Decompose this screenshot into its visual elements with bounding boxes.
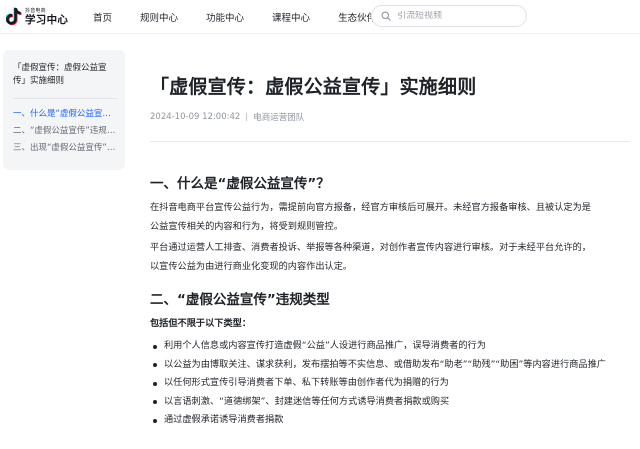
toc-item-section-3[interactable]: 三、出现“虚假公益宣传”的处罚 — [13, 140, 119, 157]
section-2-intro: 包括但不限于以下类型： — [150, 318, 252, 329]
search-icon — [381, 11, 391, 21]
main-nav: 首页 规则中心 功能中心 课程中心 生态伙伴 — [93, 0, 388, 34]
search-input[interactable] — [397, 11, 517, 21]
nav-item-home[interactable]: 首页 — [93, 10, 112, 24]
title-divider — [150, 141, 630, 142]
section-1-paragraph-1: 在抖音电商平台宣传公益行为，需提前向官方报备，经官方审核后可展开。未经官方报备审… — [150, 202, 591, 232]
brand-sub-label: 抖音电商 — [25, 7, 46, 14]
toc-item-section-1[interactable]: 一、什么是“虚假公益宣传”？ — [13, 106, 119, 123]
brand-logo[interactable]: 抖音电商 学习中心 — [5, 5, 69, 29]
table-of-contents: 「虚假宣传：虚假公益宣传」实施细则 一、什么是“虚假公益宣传”？ 二、“虚假公益… — [3, 50, 125, 170]
section-1-paragraph-2: 平台通过运营人工排查、消费者投诉、举报等各种渠道，对创作者宣传内容进行审核。对于… — [150, 242, 591, 272]
search-box[interactable] — [371, 5, 527, 27]
list-item: 以任何形式宣传引导消费者下单、私下转账等由创作者代为捐赠的行为 — [150, 374, 620, 393]
publish-date: 2024-10-09 12:00:42 — [150, 112, 241, 122]
article-meta: 2024-10-09 12:00:42 电商运营团队 — [150, 111, 304, 123]
article-author: 电商运营团队 — [253, 113, 305, 123]
brand-main-label: 学习中心 — [25, 13, 69, 26]
nav-item-courses[interactable]: 课程中心 — [272, 10, 310, 24]
top-header: 抖音电商 学习中心 首页 规则中心 功能中心 课程中心 生态伙伴 — [0, 0, 640, 34]
nav-item-features[interactable]: 功能中心 — [206, 10, 244, 24]
page-title: 「虚假宣传：虚假公益宣传」实施细则 — [150, 76, 477, 98]
section-2-heading: 二、“虚假公益宣传”违规类型 — [150, 292, 330, 308]
toc-item-section-2[interactable]: 二、“虚假公益宣传”违规类型 — [13, 123, 119, 140]
list-item: 利用个人信息或内容宣传打造虚假“公益”人设进行商品推广，误导消费者的行为 — [150, 337, 620, 356]
violation-type-list: 利用个人信息或内容宣传打造虚假“公益”人设进行商品推广，误导消费者的行为 以公益… — [150, 337, 620, 430]
meta-divider — [246, 113, 248, 121]
section-1-heading: 一、什么是“虚假公益宣传”？ — [150, 176, 330, 192]
douyin-logo-icon — [5, 7, 22, 27]
list-item: 通过虚假承诺诱导消费者捐款 — [150, 411, 620, 430]
list-item: 以公益为由博取关注、谋求获利，发布摆拍等不实信息、或借助发布“助老”“助残”“助… — [150, 356, 620, 375]
toc-title: 「虚假宣传：虚假公益宣传」实施细则 — [13, 63, 107, 86]
toc-divider — [13, 98, 117, 99]
nav-item-rules[interactable]: 规则中心 — [140, 10, 178, 24]
list-item: 以言语刺激、“道德绑架”、封建迷信等任何方式诱导消费者捐款或购买 — [150, 393, 620, 412]
